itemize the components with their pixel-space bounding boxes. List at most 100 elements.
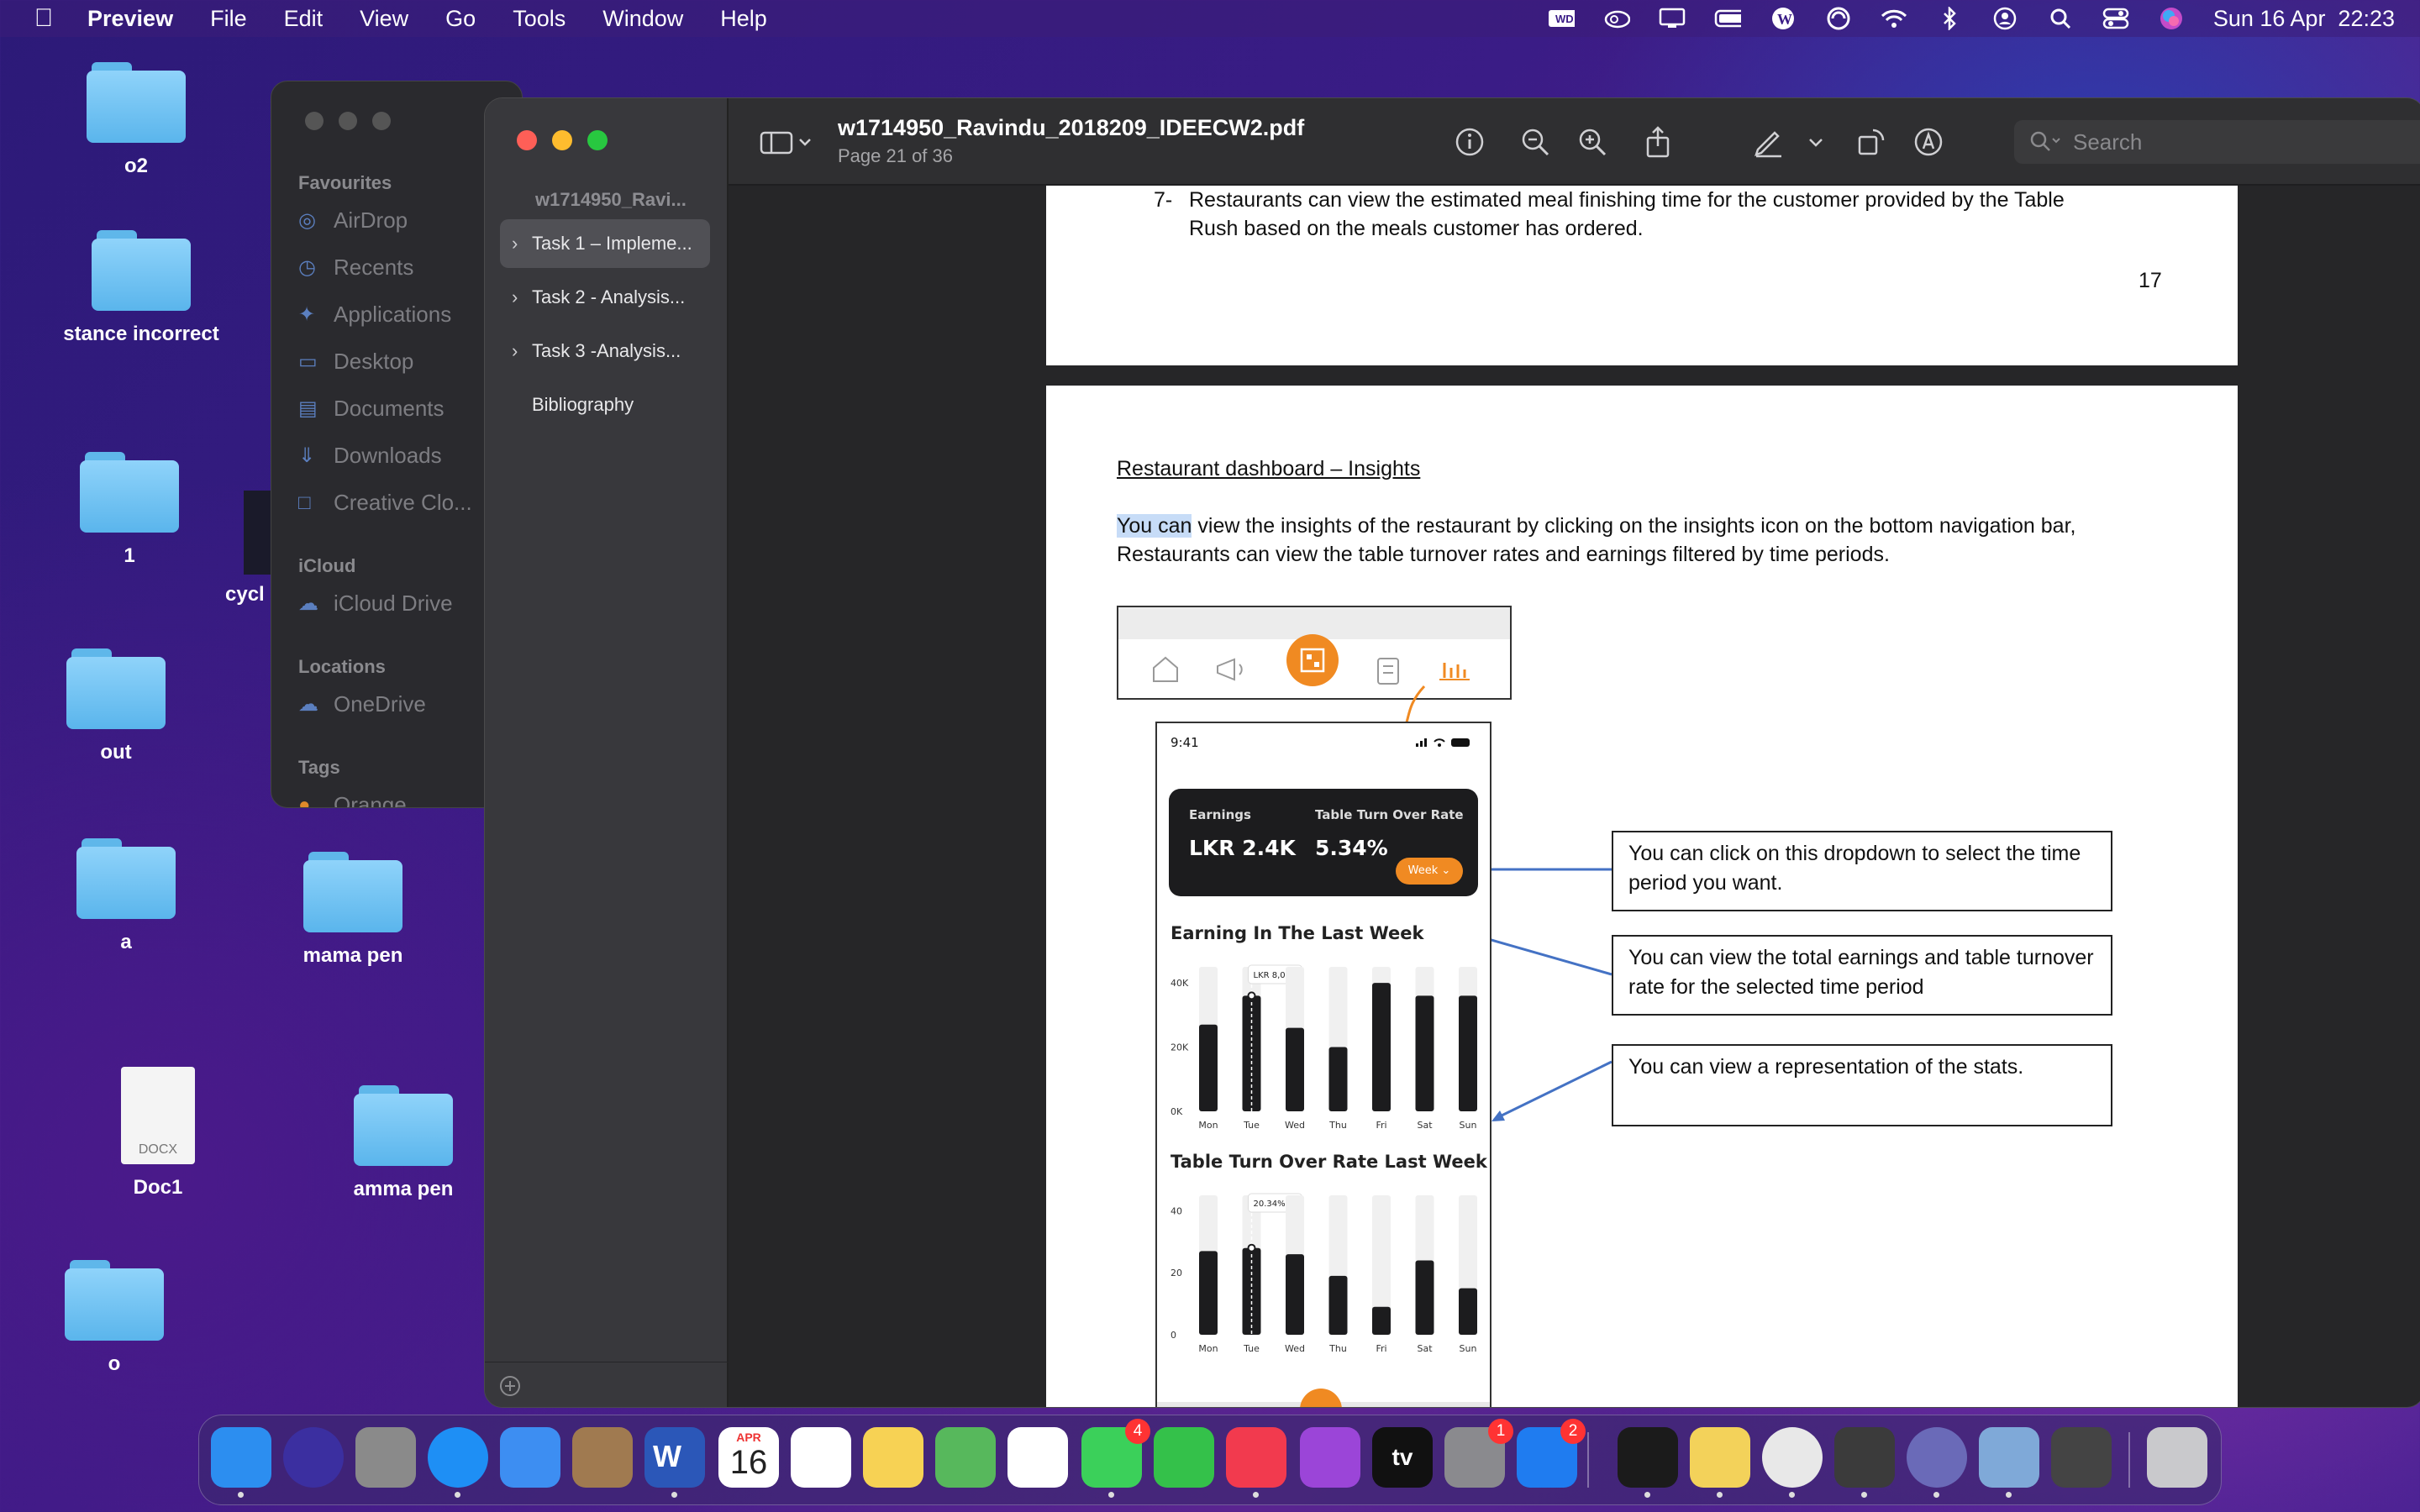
dock-reminders-icon[interactable] xyxy=(791,1427,851,1488)
finder-tag-orange[interactable]: ● Orange xyxy=(298,792,407,807)
finder-section-tags: Tags xyxy=(298,757,340,778)
dock-preview-icon[interactable] xyxy=(1979,1427,2039,1498)
control-center-icon[interactable] xyxy=(2102,8,2129,29)
running-indicator xyxy=(455,1492,460,1498)
menubar-datetime[interactable]: Sun 16 Apr 22:23 xyxy=(2213,6,2395,32)
zoom-in-icon[interactable] xyxy=(1574,123,1611,160)
chevron-right-icon[interactable]: › xyxy=(512,233,532,255)
minimize-button[interactable] xyxy=(552,130,572,150)
rotate-icon[interactable] xyxy=(1853,123,1890,160)
wifi-icon[interactable] xyxy=(1881,8,1907,29)
toc-item-task1[interactable]: › Task 1 – Impleme... xyxy=(500,219,710,268)
dock-notes-icon[interactable] xyxy=(863,1427,923,1488)
apple-menu-icon[interactable]:  xyxy=(0,4,87,33)
desktop-file-doc1[interactable]: DOCX Doc1 xyxy=(66,1067,250,1200)
dock-maps-icon[interactable] xyxy=(935,1427,996,1488)
dock-chrome-icon[interactable] xyxy=(1762,1427,1823,1498)
display-icon[interactable] xyxy=(1659,8,1686,29)
chevron-right-icon[interactable]: › xyxy=(512,340,532,362)
finder-item-airdrop[interactable]: ◎ AirDrop xyxy=(298,207,408,234)
dock-screenshot-icon[interactable] xyxy=(2051,1427,2112,1488)
finder-item-onedrive[interactable]: ☁ OneDrive xyxy=(298,691,426,717)
zoom-button[interactable] xyxy=(587,130,608,150)
phone-status-icons xyxy=(1416,738,1470,747)
dock-safari-icon[interactable] xyxy=(428,1427,488,1498)
desktop-folder-mama-pen[interactable]: mama pen xyxy=(260,852,445,968)
finder-item-documents[interactable]: ▤ Documents xyxy=(298,396,445,422)
desktop-file-cycl[interactable]: cycl xyxy=(180,491,281,606)
desktop-icon-label: Doc1 xyxy=(133,1176,183,1199)
dock-finder-icon[interactable] xyxy=(211,1427,271,1498)
menu-file[interactable]: File xyxy=(210,6,247,32)
wordpress-icon[interactable]: W xyxy=(1770,8,1797,29)
info-icon[interactable] xyxy=(1451,123,1488,160)
finder-item-icloud-drive[interactable]: ☁ iCloud Drive xyxy=(298,591,453,617)
dock-facetime-icon[interactable] xyxy=(1154,1427,1214,1488)
dock-app-store-icon[interactable]: 2 xyxy=(1517,1419,1586,1488)
dock-system-settings-icon[interactable]: 1 xyxy=(1444,1419,1513,1488)
add-icon[interactable] xyxy=(498,1374,522,1398)
period-dropdown[interactable]: Week ⌄ xyxy=(1396,858,1463,885)
finder-item-applications[interactable]: ✦ Applications xyxy=(298,302,451,328)
dock-contacts-icon[interactable] xyxy=(572,1427,633,1488)
desktop-folder-o2[interactable]: o2 xyxy=(44,62,229,178)
finder-item-recents[interactable]: ◷ Recents xyxy=(298,255,413,281)
desktop-folder-out[interactable]: out xyxy=(24,648,208,764)
menu-app-name[interactable]: Preview xyxy=(87,6,173,32)
dock-music-icon[interactable] xyxy=(1226,1427,1286,1498)
desktop-icon-label: o xyxy=(108,1352,121,1375)
dock-disk-icon[interactable] xyxy=(1907,1427,1967,1498)
creative-cloud-icon[interactable] xyxy=(1603,8,1630,29)
dock-sublime-icon[interactable] xyxy=(1834,1427,1895,1498)
menu-window[interactable]: Window xyxy=(602,6,683,32)
siri-icon[interactable] xyxy=(2158,8,2185,29)
bluetooth-icon[interactable] xyxy=(1936,7,1963,30)
dock-word-icon[interactable]: W xyxy=(644,1427,705,1498)
dock-mail-icon[interactable] xyxy=(500,1427,560,1488)
dock-tv-icon[interactable]: tv xyxy=(1372,1427,1433,1488)
menu-go[interactable]: Go xyxy=(445,6,476,32)
docx-label: DOCX xyxy=(138,1142,178,1157)
zoom-out-icon[interactable] xyxy=(1517,123,1554,160)
battery-icon[interactable] xyxy=(1714,8,1741,29)
chevron-right-icon[interactable]: › xyxy=(512,286,532,308)
close-button[interactable] xyxy=(517,130,537,150)
menu-view[interactable]: View xyxy=(360,6,408,32)
dock-calendar-icon[interactable]: APR 16 xyxy=(718,1427,779,1488)
finder-item-desktop[interactable]: ▭ Desktop xyxy=(298,349,413,375)
preview-window[interactable]: w1714950_Ravi... › Task 1 – Impleme... › T… xyxy=(484,97,2420,1408)
preview-sidebar: w1714950_Ravi... › Task 1 – Impleme... › T… xyxy=(485,98,729,1407)
menu-tools[interactable]: Tools xyxy=(513,6,566,32)
dock-launchpad-icon[interactable] xyxy=(355,1427,416,1488)
menu-edit[interactable]: Edit xyxy=(284,6,324,32)
toc-item-task3[interactable]: › Task 3 -Analysis... xyxy=(500,327,710,375)
dock-photos-icon[interactable] xyxy=(1007,1427,1068,1488)
dock-messages-icon[interactable]: 4 xyxy=(1081,1419,1150,1498)
desktop-folder-o[interactable]: o xyxy=(22,1260,207,1376)
menu-help[interactable]: Help xyxy=(720,6,767,32)
dock-trash-icon[interactable] xyxy=(2147,1427,2207,1488)
dock-stickies-icon[interactable] xyxy=(1690,1427,1750,1498)
desktop-folder-amma-pen[interactable]: amma pen xyxy=(311,1085,496,1201)
search-field[interactable]: Search xyxy=(2014,120,2420,164)
finder-item-downloads[interactable]: ⇓ Downloads xyxy=(298,443,442,469)
western-digital-icon[interactable]: WD xyxy=(1548,8,1575,29)
dock-podcasts-icon[interactable] xyxy=(1300,1427,1360,1488)
toc-item-bibliography[interactable]: Bibliography xyxy=(500,381,710,429)
folder-icon xyxy=(354,1085,453,1166)
toc-item-task2[interactable]: › Task 2 - Analysis... xyxy=(500,273,710,322)
markup-dropdown-icon[interactable] xyxy=(1797,123,1834,160)
search-icon[interactable] xyxy=(2047,8,2074,29)
user-icon[interactable] xyxy=(1991,7,2018,30)
document-viewport[interactable]: 7- Restaurants can view the estimated me… xyxy=(729,186,2420,1407)
sidebar-toggle-icon[interactable] xyxy=(759,123,814,160)
desktop-folder-a[interactable]: a xyxy=(34,838,218,954)
markup-pen-icon[interactable] xyxy=(1750,123,1787,160)
share-icon[interactable] xyxy=(1639,123,1676,160)
dock-siri-icon[interactable] xyxy=(283,1427,344,1488)
dock-terminal-icon[interactable] xyxy=(1618,1427,1678,1498)
finder-item-creative-cloud[interactable]: □ Creative Clo... xyxy=(298,490,472,516)
annotate-icon[interactable] xyxy=(1910,123,1947,160)
sync-icon[interactable] xyxy=(1825,7,1852,30)
desktop-folder-stance-incorrect[interactable]: stance incorrect xyxy=(49,230,234,346)
